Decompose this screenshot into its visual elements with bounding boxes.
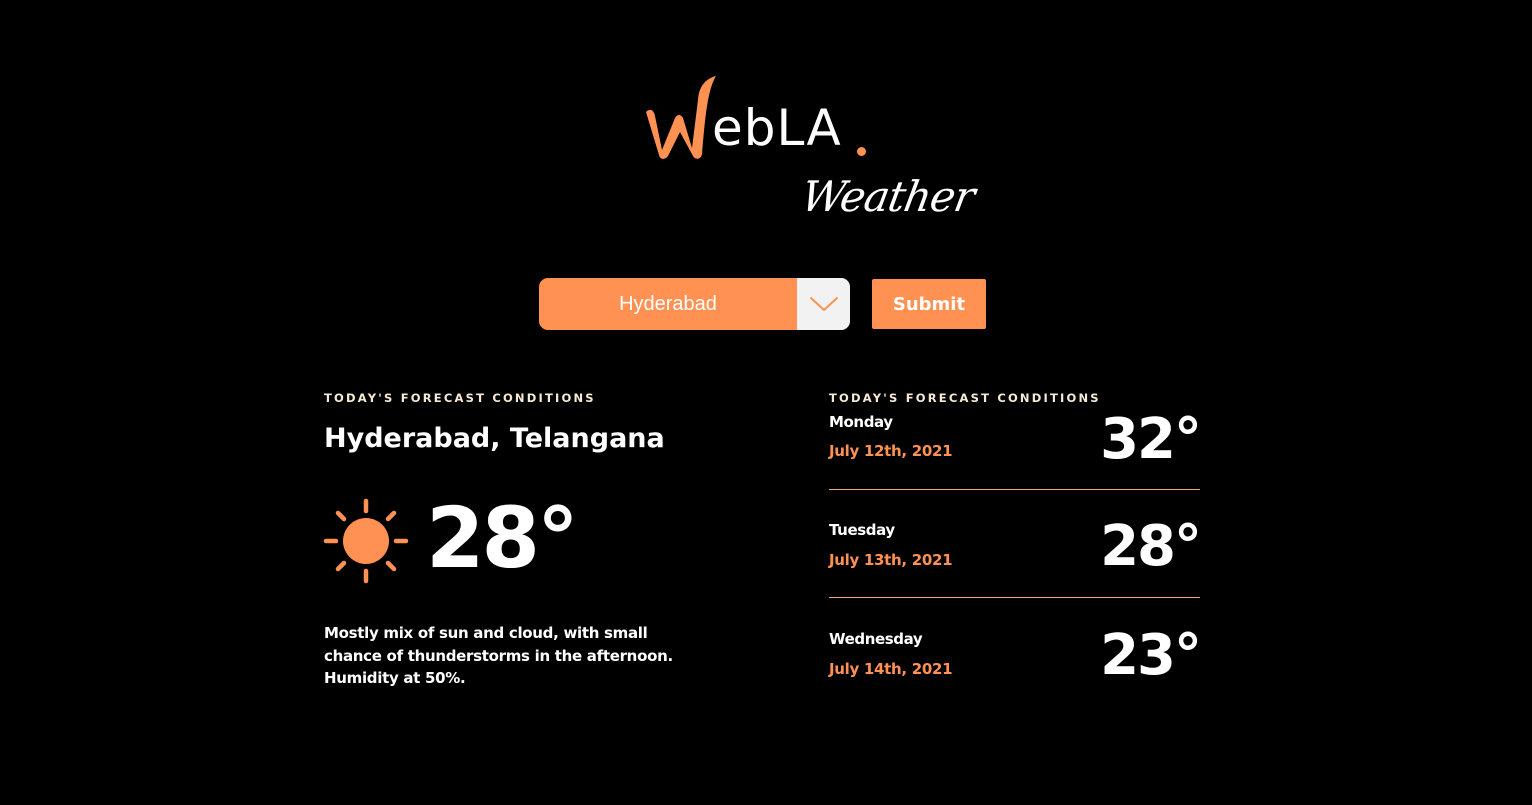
forecast-day-name: Wednesday	[829, 630, 923, 648]
chevron-down-icon	[809, 297, 838, 311]
location-title: Hyderabad, Telangana	[324, 423, 665, 454]
logo-w-mark	[646, 76, 716, 159]
forecast-day-temperature: 28°	[1100, 514, 1202, 579]
webla-weather-logo: ebLA Weather	[640, 72, 978, 232]
logo-wordmark: ebLA	[712, 99, 842, 157]
logo-dot	[857, 147, 866, 156]
logo-w-shape	[646, 76, 716, 159]
today-description: Mostly mix of sun and cloud, with small …	[324, 624, 673, 687]
submit-button[interactable]: Submit	[872, 279, 986, 329]
forecast-list: Monday July 12th, 2021 32° Tuesday July …	[829, 407, 1202, 698]
forecast-row-wednesday: Wednesday July 14th, 2021 23°	[829, 598, 1202, 698]
forecast-day-name: Tuesday	[829, 521, 895, 539]
forecast-day-date: July 13th, 2021	[829, 551, 953, 569]
city-select[interactable]: Hyderabad	[539, 278, 850, 330]
forecast-day-date: July 14th, 2021	[829, 660, 953, 678]
logo-subtitle: Weather	[797, 172, 978, 221]
forecast-day-temperature: 32°	[1100, 407, 1202, 472]
today-section-label: TODAY'S FORECAST CONDITIONS	[324, 391, 596, 405]
forecast-day-name: Monday	[829, 413, 893, 431]
forecast-row-tuesday: Tuesday July 13th, 2021 28°	[829, 490, 1202, 598]
forecast-day-date: July 12th, 2021	[829, 442, 953, 460]
forecast-day-temperature: 23°	[1100, 623, 1202, 688]
select-arrow-button[interactable]	[797, 278, 850, 330]
forecast-row-monday: Monday July 12th, 2021 32°	[829, 407, 1202, 490]
forecast-section-label: TODAY'S FORECAST CONDITIONS	[829, 391, 1101, 405]
weather-page: ebLA Weather Hyderabad Submit TODAY'S FO…	[0, 0, 1532, 805]
city-select-value: Hyderabad	[619, 292, 717, 315]
today-temperature: 28°	[426, 489, 579, 587]
sun-icon	[323, 498, 409, 584]
